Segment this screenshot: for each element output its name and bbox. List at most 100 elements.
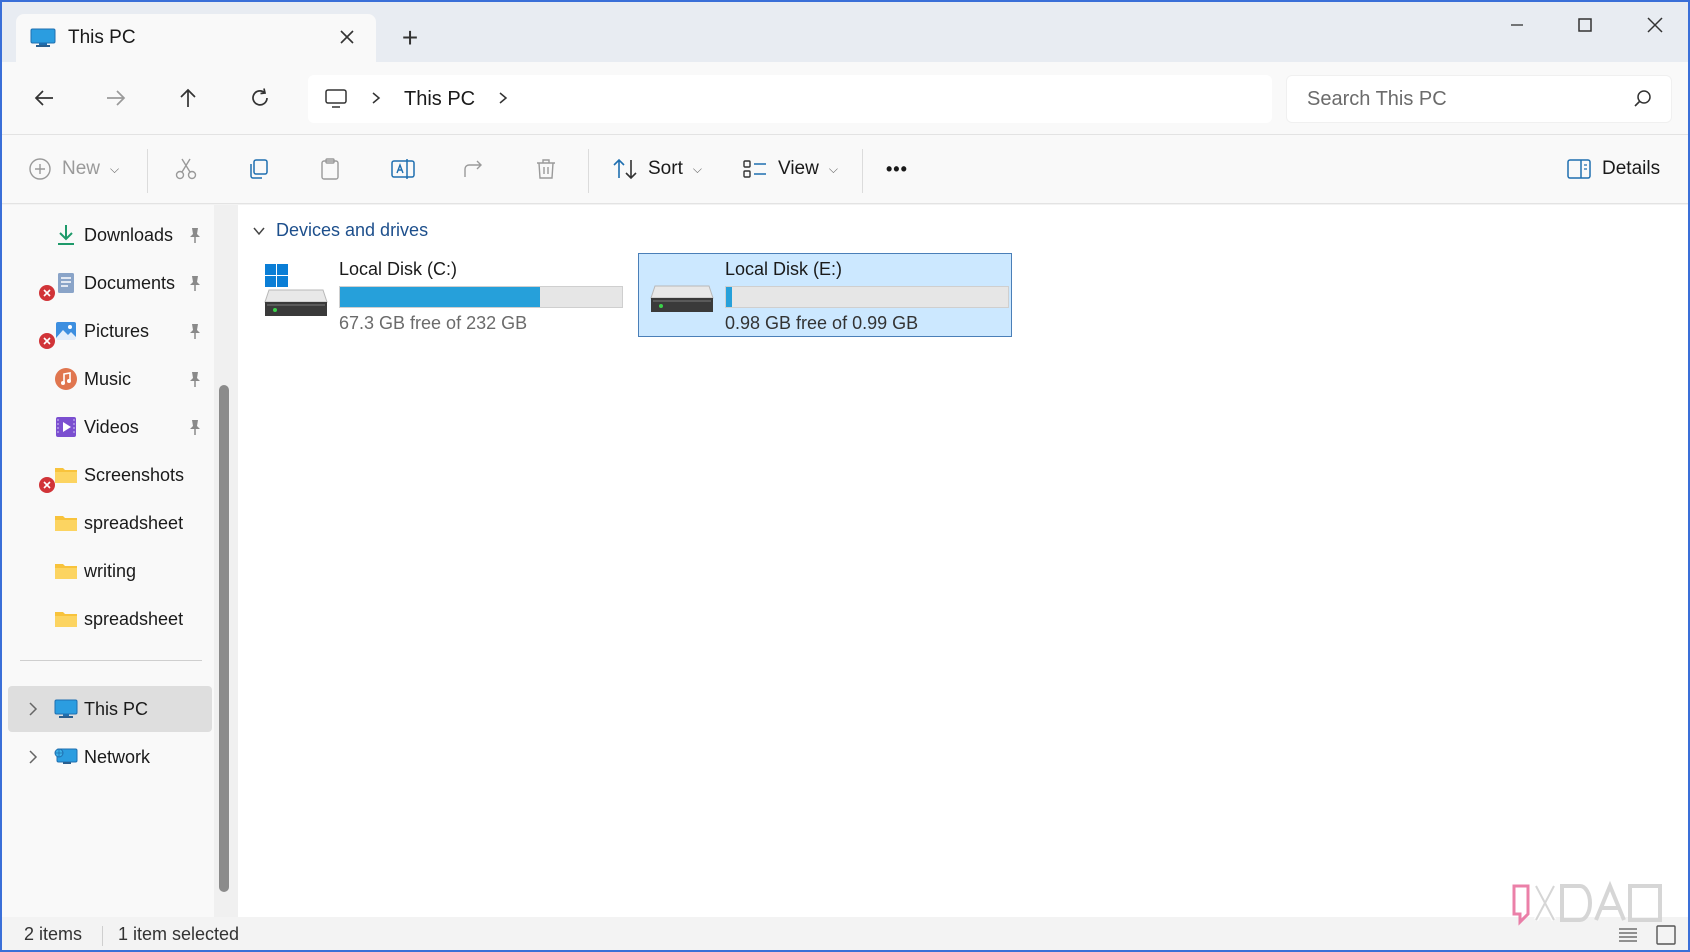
clipboard-icon xyxy=(321,158,339,180)
rename-button[interactable] xyxy=(390,149,416,189)
trash-icon xyxy=(537,159,555,179)
pin-icon[interactable] xyxy=(186,370,204,388)
title-bar: This PC + xyxy=(2,2,1688,62)
search-icon xyxy=(1634,90,1651,107)
copy-button[interactable] xyxy=(246,149,270,189)
hard-drive-icon xyxy=(650,285,714,312)
sidebar-item-downloads[interactable]: Downloads xyxy=(8,212,212,258)
sidebar-item-label: Music xyxy=(84,369,132,389)
xda-watermark-logo xyxy=(1512,880,1662,926)
drive-free-space: 0.98 GB free of 0.99 GB xyxy=(725,313,919,333)
drive-free-space: 67.3 GB free of 232 GB xyxy=(339,313,528,333)
paste-button[interactable] xyxy=(318,149,342,189)
sidebar-item-videos[interactable]: Videos xyxy=(8,404,212,450)
drive-usage-bar xyxy=(725,286,1009,308)
toolbar-divider xyxy=(588,149,589,193)
up-button[interactable] xyxy=(168,78,208,118)
monitor-icon xyxy=(325,89,347,108)
pin-icon[interactable] xyxy=(186,274,204,292)
hard-drive-icon xyxy=(264,264,328,316)
pictures-icon xyxy=(56,322,76,340)
breadcrumb-separator[interactable] xyxy=(497,88,509,111)
error-badge-icon xyxy=(39,477,55,493)
scissors-icon xyxy=(175,158,197,180)
search-input[interactable] xyxy=(1307,87,1627,111)
navigation-bar: This PC xyxy=(2,62,1688,134)
sidebar-item-label: Screenshots xyxy=(84,465,185,485)
sidebar-item-label: Videos xyxy=(84,417,139,437)
delete-button[interactable] xyxy=(534,149,558,189)
folder-icon xyxy=(55,564,77,579)
drive-usage-bar xyxy=(339,286,623,308)
share-button[interactable] xyxy=(462,149,486,189)
sidebar-item-writing[interactable]: writing xyxy=(8,548,212,594)
toolbar-divider xyxy=(147,149,148,193)
chevron-right-icon[interactable] xyxy=(24,748,42,766)
sidebar-item-label: spreadsheet xyxy=(84,513,184,533)
sort-icon xyxy=(613,158,637,180)
share-icon xyxy=(464,160,482,177)
address-bar[interactable]: This PC xyxy=(308,75,1272,123)
breadcrumb-this-pc[interactable]: This PC xyxy=(404,88,475,111)
pin-icon[interactable] xyxy=(186,322,204,340)
details-pane-button[interactable]: Details xyxy=(1566,149,1660,189)
chevron-right-icon xyxy=(499,91,508,104)
sidebar-item-music[interactable]: Music xyxy=(8,356,212,402)
pin-icon[interactable] xyxy=(186,418,204,436)
back-button[interactable] xyxy=(24,78,64,118)
new-tab-button[interactable]: + xyxy=(394,22,426,54)
close-window-button[interactable] xyxy=(1632,8,1678,42)
close-tab-button[interactable] xyxy=(334,24,360,50)
chevron-down-icon: ⌵ xyxy=(110,161,120,176)
sidebar-item-label: spreadsheet xyxy=(84,609,184,629)
sidebar-item-documents[interactable]: Documents xyxy=(8,260,212,306)
sidebar-item-this-pc[interactable]: This PC xyxy=(8,686,212,732)
arrow-up-icon xyxy=(180,88,196,107)
folder-icon xyxy=(55,516,77,531)
sidebar-item-spreadsheet-2[interactable]: spreadsheet xyxy=(8,596,212,642)
sidebar-item-network[interactable]: Network xyxy=(8,734,212,780)
search-box[interactable] xyxy=(1286,75,1672,123)
chevron-down-icon xyxy=(253,227,265,235)
pin-icon[interactable] xyxy=(186,226,204,244)
details-view-icon[interactable] xyxy=(1616,923,1640,947)
large-icons-view-icon[interactable] xyxy=(1654,923,1678,947)
drive-local-disk-c[interactable]: Local Disk (C:) 67.3 GB free of 232 GB xyxy=(252,253,626,337)
tab-this-pc[interactable]: This PC xyxy=(16,14,376,62)
close-icon xyxy=(340,30,354,44)
this-pc-icon xyxy=(30,28,56,47)
sidebar-scrollbar-thumb[interactable] xyxy=(219,385,229,892)
maximize-button[interactable] xyxy=(1562,8,1608,42)
details-label: Details xyxy=(1602,158,1661,179)
sidebar-item-screenshots[interactable]: Screenshots xyxy=(8,452,212,498)
more-options-button[interactable]: ••• xyxy=(886,149,908,189)
group-title: Devices and drives xyxy=(276,220,429,240)
sidebar-item-label: Pictures xyxy=(84,321,150,341)
forward-button[interactable] xyxy=(96,78,136,118)
group-header-devices[interactable]: Devices and drives xyxy=(252,220,428,241)
view-button[interactable]: View ⌵ xyxy=(742,149,838,189)
folder-icon xyxy=(55,468,77,483)
breadcrumb-separator[interactable] xyxy=(370,88,382,111)
sort-button[interactable]: Sort ⌵ xyxy=(612,149,702,189)
toolbar-divider xyxy=(862,149,863,193)
chevron-down-icon: ⌵ xyxy=(828,161,838,176)
minimize-button[interactable] xyxy=(1494,8,1540,42)
copy-icon xyxy=(250,159,268,179)
drive-local-disk-e[interactable]: Local Disk (E:) 0.98 GB free of 0.99 GB xyxy=(638,253,1012,337)
view-label: View xyxy=(778,158,819,179)
new-button[interactable]: New ⌵ xyxy=(28,149,119,189)
command-bar: New ⌵ Sort ⌵ View ⌵ ••• Details xyxy=(2,134,1688,204)
refresh-button[interactable] xyxy=(240,78,280,118)
this-pc-icon xyxy=(54,699,78,718)
close-icon xyxy=(1647,17,1663,33)
drive-usage-fill xyxy=(726,287,732,307)
cut-button[interactable] xyxy=(174,149,198,189)
chevron-right-icon[interactable] xyxy=(24,700,42,718)
sidebar-item-spreadsheet[interactable]: spreadsheet xyxy=(8,500,212,546)
sidebar-item-label: Downloads xyxy=(84,225,174,245)
sidebar-item-pictures[interactable]: Pictures xyxy=(8,308,212,354)
sort-label: Sort xyxy=(648,158,683,179)
new-button-label: New xyxy=(62,158,101,179)
folder-icon xyxy=(55,612,77,627)
